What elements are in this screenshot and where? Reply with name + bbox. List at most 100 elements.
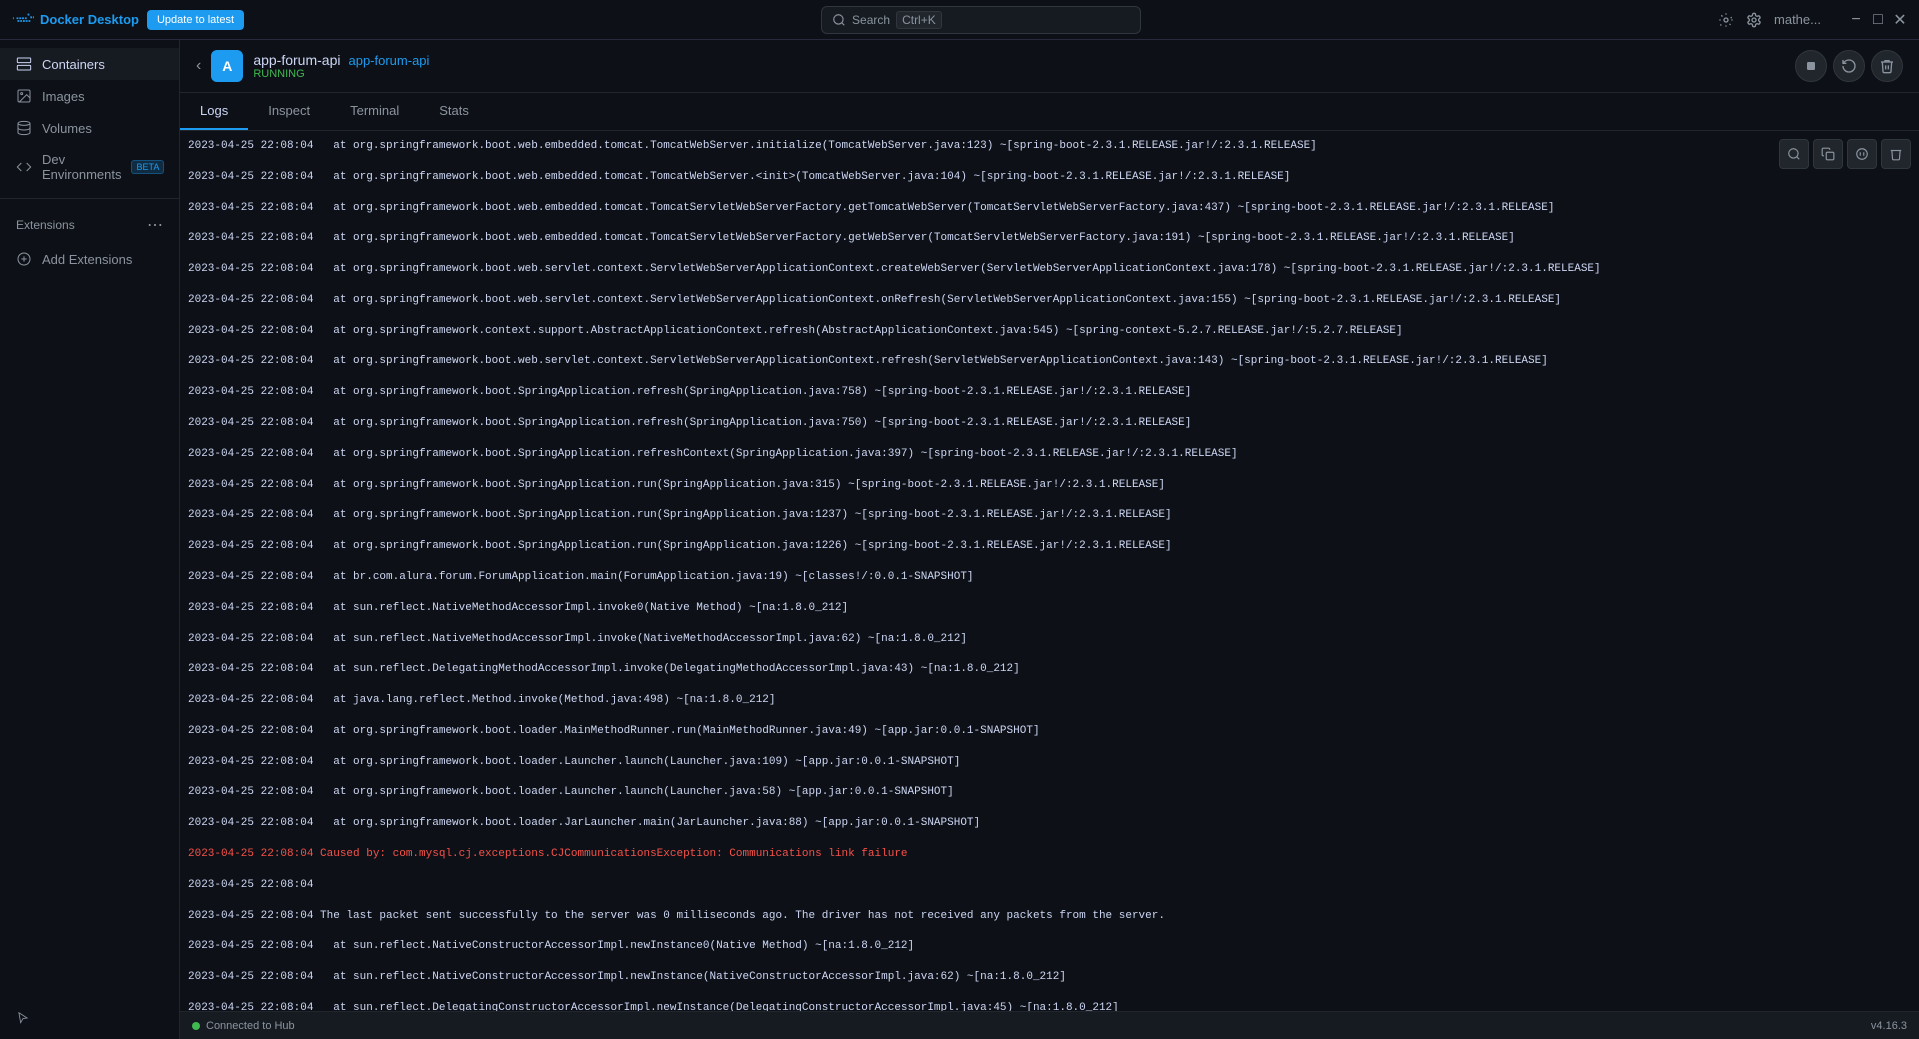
status-left: Connected to Hub <box>192 1020 295 1032</box>
version-label: v4.16.3 <box>1871 1020 1907 1032</box>
cursor-icon <box>16 1011 30 1025</box>
log-line: 2023-04-25 22:08:04 at org.springframewo… <box>188 293 1911 308</box>
tabs: Logs Inspect Terminal Stats <box>180 93 1919 131</box>
beta-badge: BETA <box>131 160 164 174</box>
log-pause-button[interactable] <box>1847 139 1877 169</box>
log-line: 2023-04-25 22:08:04 <box>188 878 1911 893</box>
sidebar-item-label: Volumes <box>42 121 92 136</box>
images-icon <box>16 88 32 104</box>
log-line: 2023-04-25 22:08:04 Caused by: com.mysql… <box>188 847 1911 862</box>
log-line: 2023-04-25 22:08:04 at org.springframewo… <box>188 139 1911 154</box>
sidebar-divider <box>0 198 179 199</box>
status-bar: Connected to Hub v4.16.3 <box>180 1011 1919 1039</box>
close-button[interactable]: ✕ <box>1893 13 1907 27</box>
dev-environments-icon <box>16 159 32 175</box>
sidebar-bottom <box>0 997 179 1039</box>
container-name: app-forum-api app-forum-api <box>253 52 1785 68</box>
app-name: Docker Desktop <box>40 12 139 27</box>
sidebar-nav: Containers Images Volumes Dev Environmen… <box>0 40 179 997</box>
pause-icon <box>1855 147 1869 161</box>
log-line: 2023-04-25 22:08:04 at org.springframewo… <box>188 508 1911 523</box>
hub-connection-indicator <box>192 1022 200 1030</box>
log-search-button[interactable] <box>1779 139 1809 169</box>
log-line: 2023-04-25 22:08:04 at sun.reflect.Nativ… <box>188 632 1911 647</box>
log-line: 2023-04-25 22:08:04 at org.springframewo… <box>188 785 1911 800</box>
log-line: 2023-04-25 22:08:04 at org.springframewo… <box>188 816 1911 831</box>
log-line: 2023-04-25 22:08:04 at org.springframewo… <box>188 354 1911 369</box>
container-header: ‹ A app-forum-api app-forum-api RUNNING <box>180 40 1919 93</box>
volumes-icon <box>16 120 32 136</box>
top-bar-left: Docker Desktop Update to latest <box>12 9 244 31</box>
stop-icon <box>1803 58 1819 74</box>
log-line: 2023-04-25 22:08:04 at org.springframewo… <box>188 324 1911 339</box>
container-link[interactable]: app-forum-api <box>348 53 429 68</box>
log-line: 2023-04-25 22:08:04 at org.springframewo… <box>188 201 1911 216</box>
container-status: RUNNING <box>253 68 1785 80</box>
search-placeholder: Search <box>852 13 890 27</box>
copy-icon <box>1821 147 1835 161</box>
log-line: 2023-04-25 22:08:04 at org.springframewo… <box>188 170 1911 185</box>
maximize-button[interactable]: □ <box>1871 13 1885 27</box>
docker-icon <box>12 9 34 31</box>
back-button[interactable]: ‹ <box>196 57 201 75</box>
hub-connection-label: Connected to Hub <box>206 1020 295 1032</box>
log-content: 2023-04-25 22:08:04 at org.springframewo… <box>180 131 1919 1011</box>
extensions-label: Extensions <box>16 218 75 232</box>
gear-icon[interactable] <box>1746 12 1762 28</box>
log-line: 2023-04-25 22:08:04 at sun.reflect.Deleg… <box>188 1001 1911 1011</box>
header-actions <box>1795 50 1903 82</box>
top-bar-right: mathe... − □ ✕ <box>1718 12 1907 28</box>
restart-button[interactable] <box>1833 50 1865 82</box>
container-info: app-forum-api app-forum-api RUNNING <box>253 52 1785 80</box>
extensions-header: Extensions ⋯ <box>0 207 179 243</box>
window-controls: − □ ✕ <box>1849 13 1907 27</box>
restart-icon <box>1841 58 1857 74</box>
sidebar-item-containers[interactable]: Containers <box>0 48 179 80</box>
log-line: 2023-04-25 22:08:04 at org.springframewo… <box>188 231 1911 246</box>
sidebar-item-images[interactable]: Images <box>0 80 179 112</box>
tab-inspect[interactable]: Inspect <box>248 93 330 130</box>
log-line: 2023-04-25 22:08:04 at java.lang.reflect… <box>188 693 1911 708</box>
log-container[interactable]: 2023-04-25 22:08:04 at org.springframewo… <box>180 131 1919 1011</box>
sidebar-item-add-extensions[interactable]: Add Extensions <box>0 243 179 275</box>
extensions-more-button[interactable]: ⋯ <box>147 215 163 235</box>
search-bar[interactable]: Search Ctrl+K <box>821 6 1141 34</box>
sidebar: Containers Images Volumes Dev Environmen… <box>0 40 180 1039</box>
tab-stats[interactable]: Stats <box>419 93 489 130</box>
top-bar: Docker Desktop Update to latest Search C… <box>0 0 1919 40</box>
container-icon: A <box>211 50 243 82</box>
sidebar-item-volumes[interactable]: Volumes <box>0 112 179 144</box>
username: mathe... <box>1774 12 1821 27</box>
log-line: 2023-04-25 22:08:04 at org.springframewo… <box>188 478 1911 493</box>
log-clear-button[interactable] <box>1881 139 1911 169</box>
sidebar-cursor-item <box>0 1005 179 1031</box>
status-right: v4.16.3 <box>1871 1020 1907 1032</box>
log-line: 2023-04-25 22:08:04 at org.springframewo… <box>188 416 1911 431</box>
log-line: 2023-04-25 22:08:04 at sun.reflect.Deleg… <box>188 662 1911 677</box>
sidebar-item-dev-environments[interactable]: Dev Environments BETA <box>0 144 179 190</box>
docker-logo: Docker Desktop <box>12 9 139 31</box>
stop-button[interactable] <box>1795 50 1827 82</box>
log-line: 2023-04-25 22:08:04 at org.springframewo… <box>188 385 1911 400</box>
settings-icon[interactable] <box>1718 12 1734 28</box>
log-search-icon <box>1787 147 1801 161</box>
tab-logs[interactable]: Logs <box>180 93 248 130</box>
delete-icon <box>1879 58 1895 74</box>
update-button[interactable]: Update to latest <box>147 10 244 30</box>
delete-button[interactable] <box>1871 50 1903 82</box>
sidebar-item-label: Containers <box>42 57 105 72</box>
log-line: 2023-04-25 22:08:04 at org.springframewo… <box>188 262 1911 277</box>
log-line: 2023-04-25 22:08:04 at org.springframewo… <box>188 539 1911 554</box>
add-extensions-label: Add Extensions <box>42 252 132 267</box>
sidebar-item-label: Dev Environments <box>42 152 121 182</box>
trash-icon <box>1889 147 1903 161</box>
log-line: 2023-04-25 22:08:04 at org.springframewo… <box>188 755 1911 770</box>
log-line: 2023-04-25 22:08:04 at org.springframewo… <box>188 724 1911 739</box>
log-copy-button[interactable] <box>1813 139 1843 169</box>
main-layout: Containers Images Volumes Dev Environmen… <box>0 40 1919 1039</box>
tab-terminal[interactable]: Terminal <box>330 93 419 130</box>
add-icon <box>16 251 32 267</box>
log-line: 2023-04-25 22:08:04 at br.com.alura.foru… <box>188 570 1911 585</box>
minimize-button[interactable]: − <box>1849 13 1863 27</box>
search-icon <box>832 13 846 27</box>
